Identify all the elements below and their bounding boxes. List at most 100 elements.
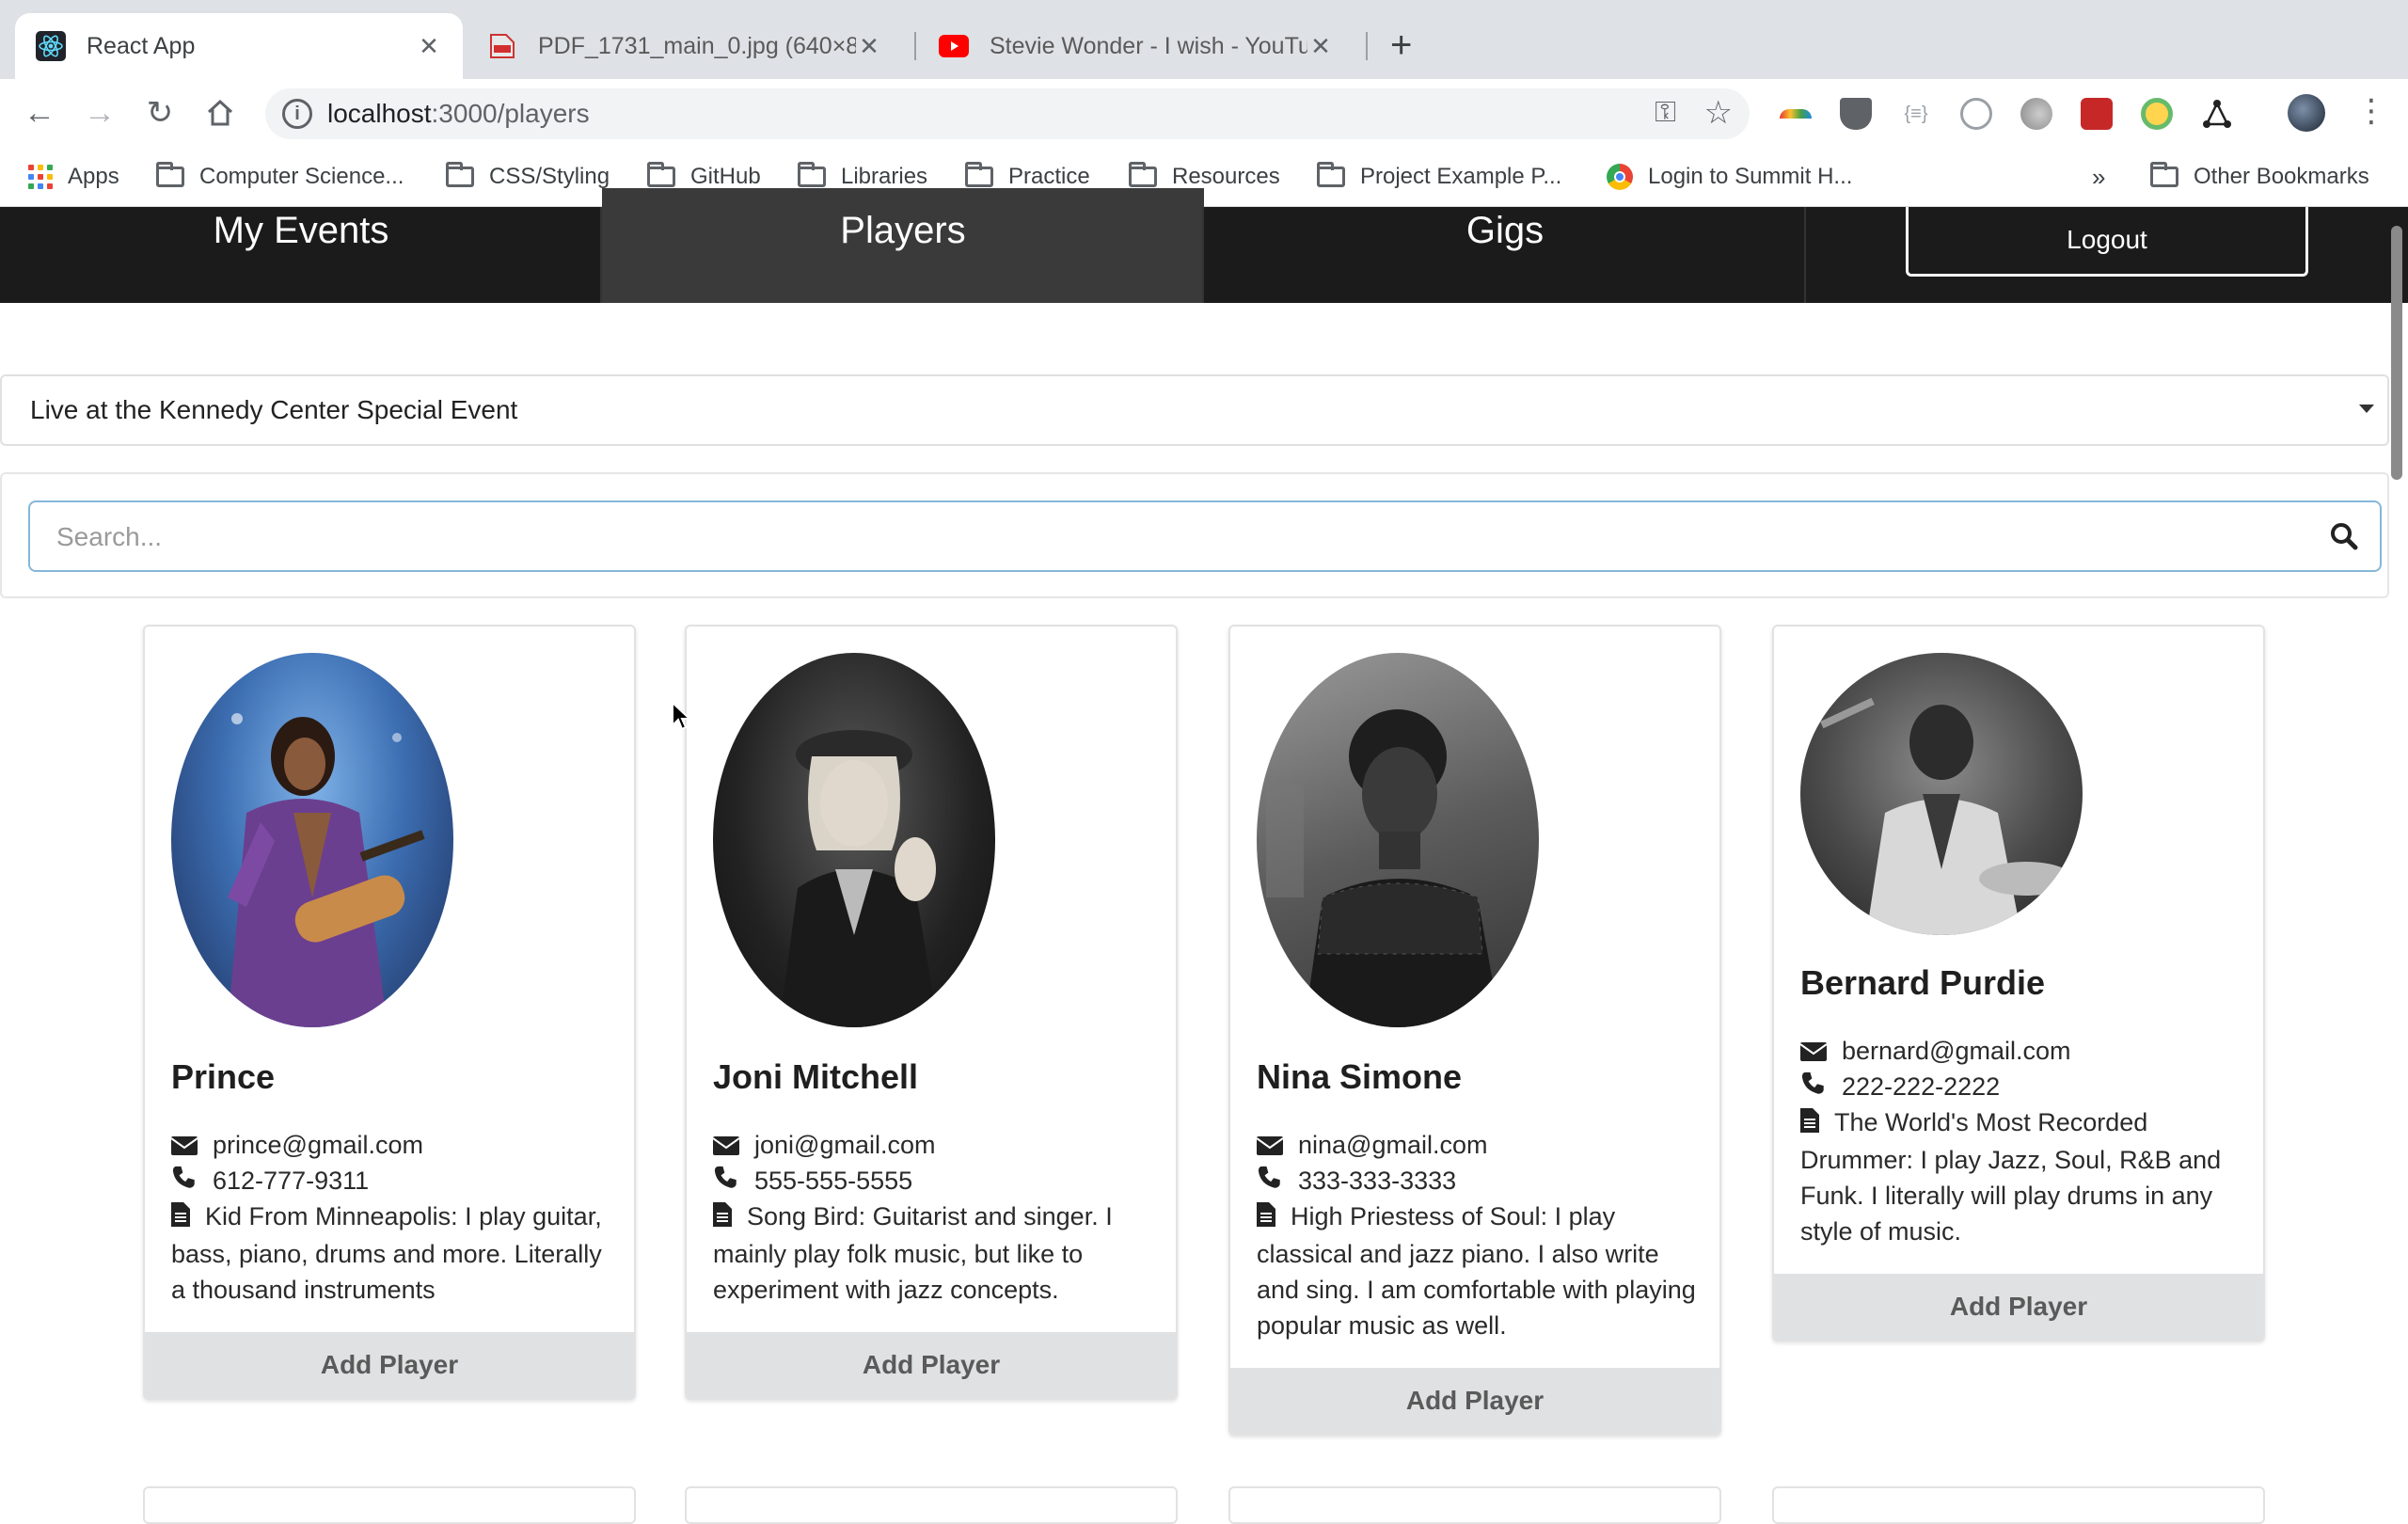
player-email: joni@gmail.com xyxy=(712,1127,1157,1165)
player-phone: 555-555-5555 xyxy=(713,1163,1157,1200)
phone-icon xyxy=(171,1165,201,1200)
player-card-partial xyxy=(1228,1486,1721,1524)
player-card: Joni Mitchell joni@gmail.com 555-555-555… xyxy=(685,625,1178,1400)
player-phone: 222-222-2222 xyxy=(1800,1069,2244,1106)
player-photo xyxy=(713,653,995,1027)
bookmark-other-bookmarks[interactable]: Other Bookmarks xyxy=(2150,160,2369,194)
browser-toolbar: ← → ↻ i localhost:3000/players ⚿ ☆ {≡} ⋮ xyxy=(0,79,2408,147)
close-tab-icon[interactable]: ✕ xyxy=(416,32,442,61)
player-card: Prince prince@gmail.com 612-777-9311 Kid… xyxy=(143,625,636,1400)
app-nav-bar: My Events Players Gigs Logout xyxy=(0,188,2408,303)
page-scrollbar[interactable] xyxy=(2391,226,2402,480)
player-phone: 333-333-3333 xyxy=(1257,1163,1701,1200)
envelope-icon xyxy=(1799,1035,1830,1071)
extension-rainbow-icon[interactable] xyxy=(1780,109,1812,119)
player-name: Prince xyxy=(171,1057,276,1096)
folder-icon xyxy=(1129,162,1157,187)
ublock-shield-icon[interactable] xyxy=(1840,98,1872,130)
json-formatter-icon[interactable]: {≡} xyxy=(1900,98,1932,130)
folder-icon xyxy=(798,162,826,187)
tab-title: PDF_1731_main_0.jpg (640×86 xyxy=(538,32,856,59)
home-icon[interactable] xyxy=(199,92,241,134)
close-tab-icon[interactable]: ✕ xyxy=(856,32,882,61)
player-photo xyxy=(171,653,453,1027)
site-info-icon[interactable]: i xyxy=(282,99,312,129)
folder-icon xyxy=(965,162,993,187)
close-tab-icon[interactable]: ✕ xyxy=(1307,32,1334,61)
profile-avatar[interactable] xyxy=(2288,94,2325,132)
tab-react-app[interactable]: React App ✕ xyxy=(15,13,463,79)
document-icon xyxy=(171,1200,192,1236)
player-photo xyxy=(1257,653,1539,1027)
pdf-icon xyxy=(487,31,517,61)
tab-title: React App xyxy=(87,32,196,59)
document-icon xyxy=(713,1200,734,1236)
extension-color-wheel-icon[interactable] xyxy=(2141,98,2173,130)
address-bar[interactable]: i localhost:3000/players ⚿ ☆ xyxy=(265,88,1750,139)
folder-icon xyxy=(2150,162,2178,187)
back-icon[interactable]: ← xyxy=(19,92,60,134)
player-bio: Song Bird: Guitarist and singer. I mainl… xyxy=(713,1199,1157,1308)
player-card: Bernard Purdie bernard@gmail.com 222-222… xyxy=(1772,625,2265,1341)
chrome-icon xyxy=(1607,164,1633,190)
bookmarks-overflow[interactable]: » xyxy=(2092,160,2105,194)
document-icon xyxy=(1257,1200,1277,1236)
reload-icon[interactable]: ↻ xyxy=(139,92,181,134)
player-card-partial xyxy=(1772,1486,2265,1524)
envelope-icon xyxy=(170,1129,201,1165)
player-card-partial xyxy=(143,1486,636,1524)
player-phone: 612-777-9311 xyxy=(171,1163,615,1200)
extension-circle-icon[interactable] xyxy=(1960,98,1992,130)
player-card-partial xyxy=(685,1486,1178,1524)
player-bio: Kid From Minneapolis: I play guitar, bas… xyxy=(171,1199,615,1308)
password-key-icon[interactable]: ⚿ xyxy=(1655,97,1676,129)
folder-icon xyxy=(156,162,184,187)
extension-graph-icon[interactable] xyxy=(2201,98,2233,130)
player-email: nina@gmail.com xyxy=(1256,1127,1701,1165)
url-text: localhost:3000/players xyxy=(327,99,590,128)
tab-youtube[interactable]: Stevie Wonder - I wish - YouTu ✕ xyxy=(918,13,1354,79)
apps-icon xyxy=(28,165,53,189)
event-select[interactable]: Live at the Kennedy Center Special Event xyxy=(0,374,2389,446)
phone-icon xyxy=(1257,1165,1287,1200)
phone-icon xyxy=(1800,1071,1830,1106)
player-bio: The World's Most Recorded Drummer: I pla… xyxy=(1800,1104,2244,1249)
search-input[interactable] xyxy=(56,519,2267,555)
player-name: Nina Simone xyxy=(1257,1057,1463,1096)
extension-moon-icon[interactable] xyxy=(2020,98,2052,130)
document-icon xyxy=(1800,1106,1821,1142)
add-player-button[interactable]: Add Player xyxy=(1774,1274,2263,1340)
player-name: Joni Mitchell xyxy=(713,1057,919,1096)
player-email: prince@gmail.com xyxy=(170,1127,615,1165)
player-email: bernard@gmail.com xyxy=(1799,1033,2244,1071)
browser-menu-icon[interactable]: ⋮ xyxy=(2355,92,2387,130)
folder-icon xyxy=(446,162,474,187)
nav-players[interactable]: Players xyxy=(602,188,1204,303)
add-player-button[interactable]: Add Player xyxy=(687,1332,1176,1398)
search-icon[interactable] xyxy=(2327,519,2361,553)
envelope-icon xyxy=(1256,1129,1287,1165)
event-select-value: Live at the Kennedy Center Special Event xyxy=(30,395,518,424)
envelope-icon xyxy=(712,1129,743,1165)
player-photo xyxy=(1800,653,2083,935)
player-card: Nina Simone nina@gmail.com 333-333-3333 … xyxy=(1228,625,1721,1436)
nav-my-events[interactable]: My Events xyxy=(0,188,602,303)
caret-down-icon xyxy=(2359,405,2374,413)
extension-red-icon[interactable] xyxy=(2081,98,2113,130)
nav-gigs[interactable]: Gigs xyxy=(1204,188,1806,303)
new-tab-icon[interactable]: + xyxy=(1390,26,1412,64)
logout-button[interactable]: Logout xyxy=(1906,207,2308,277)
add-player-button[interactable]: Add Player xyxy=(145,1332,634,1398)
tab-pdf-image[interactable]: PDF_1731_main_0.jpg (640×86 ✕ xyxy=(467,13,903,79)
player-name: Bernard Purdie xyxy=(1800,963,2046,1002)
folder-icon xyxy=(647,162,675,187)
player-bio: High Priestess of Soul: I play classical… xyxy=(1257,1199,1701,1343)
react-icon xyxy=(36,31,66,61)
search-box[interactable] xyxy=(28,500,2382,572)
tab-title: Stevie Wonder - I wish - YouTu xyxy=(990,32,1307,59)
forward-icon[interactable]: → xyxy=(79,92,120,134)
add-player-button[interactable]: Add Player xyxy=(1230,1368,1719,1434)
bookmark-star-icon[interactable]: ☆ xyxy=(1704,94,1733,132)
youtube-icon xyxy=(939,31,969,61)
phone-icon xyxy=(713,1165,743,1200)
